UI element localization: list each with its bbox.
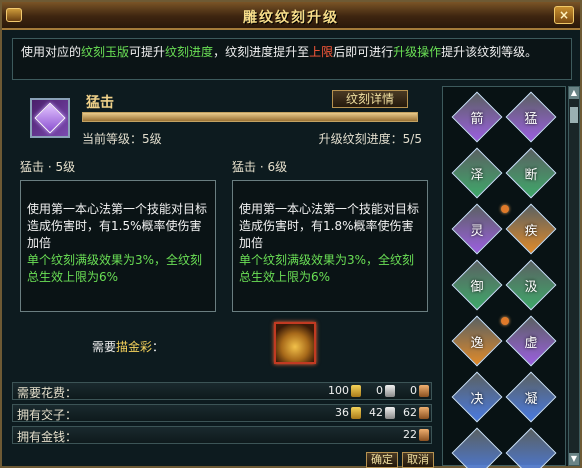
cost-label: 需要花费：	[17, 386, 78, 400]
rune-slot-icon[interactable]: 疾	[505, 203, 557, 255]
rune-slot-icon[interactable]: 御	[451, 259, 503, 311]
desc-text-5: 提升该纹刻等级。	[441, 45, 538, 59]
desc-keyword-limit: 上限	[309, 45, 334, 59]
rune-glyph: 御	[470, 279, 484, 295]
rune-glyph: 灵	[470, 223, 484, 239]
upgrade-window: 雕纹纹刻升级 × 使用对应的纹刻玉版可提升纹刻进度，纹刻进度提升至上限后即可进行…	[0, 0, 582, 468]
rune-slot-icon[interactable]: 汲	[505, 259, 557, 311]
detail-button[interactable]: 纹刻详情	[332, 90, 408, 108]
rune-glyph	[460, 436, 494, 468]
rune-slot-icon[interactable]: 决	[451, 371, 503, 423]
rune-slot-icon[interactable]: 箭	[451, 91, 503, 143]
rune-diamond-icon	[34, 102, 66, 134]
rune-glyph: 汲	[524, 279, 538, 295]
current-effect-note: 单个纹刻满级效果为3%，全纹刻总生效上限为6%	[27, 253, 203, 284]
desc-text-4: 后即可进行	[333, 45, 394, 59]
title-bar[interactable]: 雕纹纹刻升级 ×	[2, 2, 580, 30]
rune-glyph: 猛	[524, 111, 538, 127]
jiaozi-row: 拥有交子： 36 42 62	[12, 404, 432, 422]
rune-glyph: 决	[470, 391, 484, 407]
silver-coin-icon	[385, 385, 395, 397]
desc-text-2: 可提升	[129, 45, 166, 59]
current-effect-card: 使用第一本心法第一个技能对目标造成伤害时，有1.5%概率使伤害加倍 单个纹刻满级…	[20, 180, 216, 312]
desc-keyword-jade: 纹刻玉版	[81, 45, 130, 59]
rune-list[interactable]: 箭 猛泽 断灵 疾御 汲逸 虚决 凝	[442, 86, 566, 468]
desc-keyword-upgrade: 升级操作	[393, 45, 442, 59]
jiaozi-label: 拥有交子：	[17, 408, 78, 422]
material-pot-icon[interactable]	[274, 322, 316, 364]
cost-silver: 0	[376, 384, 383, 397]
requirement-item-name: 描金彩	[116, 340, 153, 354]
rune-glyph: 凝	[524, 391, 538, 407]
notification-dot-icon	[501, 205, 509, 213]
copper-coin-icon	[419, 429, 429, 441]
jiaozi-copper: 62	[403, 406, 417, 419]
progress-fill	[83, 113, 417, 121]
rune-slot-icon[interactable]: 灵	[451, 203, 503, 255]
next-heading: 猛击 · 6级	[232, 160, 288, 174]
skill-icon[interactable]	[30, 98, 70, 138]
cost-gold: 100	[328, 384, 349, 397]
rune-slot-icon[interactable]: 凝	[505, 371, 557, 423]
jiaozi-gold: 36	[335, 406, 349, 419]
next-effect-card: 使用第一本心法第一个技能对目标造成伤害时，有1.8%概率使伤害加倍 单个纹刻满级…	[232, 180, 428, 312]
requirement-label: 需要描金彩：	[92, 338, 164, 355]
cancel-button[interactable]: 取消	[402, 452, 434, 468]
desc-text-1: 使用对应的	[21, 45, 82, 59]
confirm-button[interactable]: 确定	[366, 452, 398, 468]
desc-keyword-progress: 纹刻进度	[165, 45, 214, 59]
money-copper: 22	[403, 428, 417, 441]
description-text: 使用对应的纹刻玉版可提升纹刻进度，纹刻进度提升至上限后即可进行升级操作提升该纹刻…	[12, 38, 572, 80]
close-button[interactable]: ×	[554, 6, 574, 24]
rune-slot-icon[interactable]: 泽	[451, 147, 503, 199]
rune-slot-icon[interactable]: 猛	[505, 91, 557, 143]
silver-coin-icon	[385, 407, 395, 419]
requirement-suffix: ：	[152, 340, 165, 354]
money-row: 拥有金钱： 22	[12, 426, 432, 444]
rune-glyph: 断	[524, 167, 538, 183]
upgrade-progress: 升级纹刻进度：5/5	[318, 132, 422, 146]
window-title: 雕纹纹刻升级	[243, 10, 339, 26]
skill-panel: 猛击 纹刻详情 当前等级：5级 升级纹刻进度：5/5 猛击 · 5级 猛击 · …	[10, 86, 438, 376]
scroll-down-icon[interactable]: ▼	[569, 453, 579, 465]
next-effect-note: 单个纹刻满级效果为3%，全纹刻总生效上限为6%	[239, 253, 415, 284]
next-effect-text: 使用第一本心法第一个技能对目标造成伤害时，有1.8%概率使伤害加倍	[239, 202, 420, 250]
rune-slot-icon[interactable]	[505, 427, 557, 468]
scroll-thumb[interactable]	[570, 107, 578, 123]
rune-glyph: 箭	[470, 111, 484, 127]
skill-name: 猛击	[86, 95, 114, 111]
current-effect-text: 使用第一本心法第一个技能对目标造成伤害时，有1.5%概率使伤害加倍	[27, 202, 208, 250]
copper-coin-icon	[419, 385, 429, 397]
rune-glyph: 逸	[470, 335, 484, 351]
rune-glyph	[514, 436, 548, 468]
rune-slot-icon[interactable]	[451, 427, 503, 468]
rune-glyph: 泽	[470, 167, 484, 183]
rune-list-scrollbar[interactable]: ▲ ▼	[568, 86, 580, 466]
scroll-up-icon[interactable]: ▲	[569, 87, 579, 99]
rune-glyph: 疾	[524, 223, 538, 239]
money-label: 拥有金钱：	[17, 430, 78, 444]
progress-bar	[82, 112, 418, 122]
rune-slot-icon[interactable]: 虚	[505, 315, 557, 367]
requirement-prefix: 需要	[92, 340, 117, 354]
cost-row: 需要花费： 100 0 0	[12, 382, 432, 400]
rune-slot-icon[interactable]: 逸	[451, 315, 503, 367]
gold-coin-icon	[351, 385, 361, 397]
current-heading: 猛击 · 5级	[20, 160, 76, 174]
gold-coin-icon	[351, 407, 361, 419]
jiaozi-silver: 42	[369, 406, 383, 419]
notification-dot-icon	[501, 317, 509, 325]
rune-glyph: 虚	[524, 335, 538, 351]
desc-text-3: ，纹刻进度提升至	[213, 45, 310, 59]
current-level: 当前等级：5级	[82, 132, 162, 146]
copper-coin-icon	[419, 407, 429, 419]
rune-slot-icon[interactable]: 断	[505, 147, 557, 199]
cost-copper: 0	[410, 384, 417, 397]
